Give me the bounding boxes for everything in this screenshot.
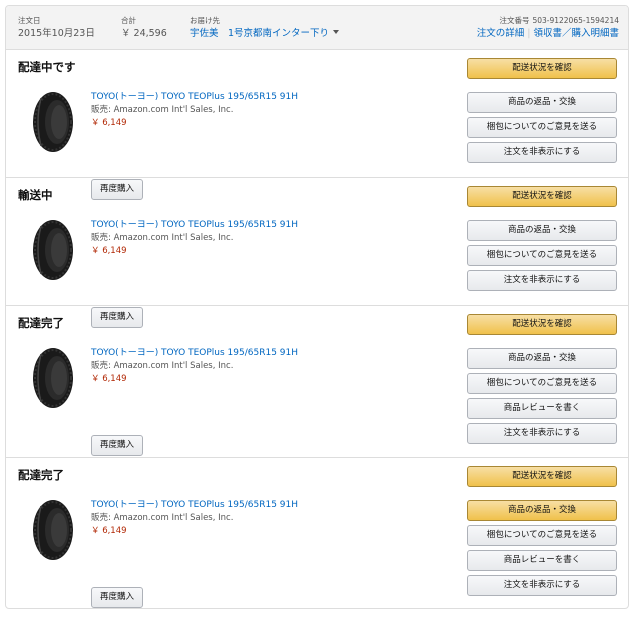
shipment-action-button[interactable]: 注文を非表示にする — [467, 270, 617, 291]
caret-down-icon — [333, 30, 340, 34]
order-total-value: ￥ 24,596 — [121, 28, 167, 39]
shipment-section: 配達中です TOYO(トーヨー) TOYO TEOPlus 195/65R15 9… — [6, 50, 628, 200]
product-price: ￥ 6,149 — [91, 374, 127, 384]
seller-text: 販売: Amazon.com Int'l Sales, Inc. — [91, 233, 234, 243]
shipment-action-button[interactable]: 商品レビューを書く — [467, 398, 617, 419]
tire-product-image[interactable] — [28, 496, 78, 564]
tire-product-image[interactable] — [28, 216, 78, 284]
order-number-label: 注文番号 — [499, 16, 530, 25]
order-number-value: 503-9122065-1594214 — [532, 16, 619, 25]
invoice-link[interactable]: 領収書／購入明細書 — [533, 28, 619, 39]
product-title-link[interactable]: TOYO(トーヨー) TOYO TEOPlus 195/65R15 91H — [91, 219, 298, 232]
seller-text: 販売: Amazon.com Int'l Sales, Inc. — [91, 361, 234, 371]
shipment-action-button[interactable]: 商品レビューを書く — [467, 550, 617, 571]
product-price: ￥ 6,149 — [91, 246, 127, 256]
order-total-column: 合計 ￥ 24,596 — [121, 16, 167, 41]
order-header: 注文日 2015年10月23日 合計 ￥ 24,596 お届け先 宇佐美 1号京… — [6, 6, 628, 50]
shipment-action-button[interactable]: 商品の返品・交換 — [467, 500, 617, 521]
order-date-label: 注文日 — [18, 16, 41, 25]
ship-to-name: 宇佐美 1号京都南インター下り — [190, 28, 330, 39]
shipment-status: 配達完了 — [18, 316, 64, 330]
shipment-action-button[interactable]: 商品の返品・交換 — [467, 92, 617, 113]
shipment-action-button[interactable]: 梱包についてのご意見を送る — [467, 245, 617, 266]
shipment-action-button[interactable]: 商品の返品・交換 — [467, 348, 617, 369]
shipment-action-button[interactable]: 注文を非表示にする — [467, 575, 617, 596]
order-total-label: 合計 — [121, 16, 136, 25]
shipment-status: 輸送中 — [18, 188, 53, 202]
product-info: TOYO(トーヨー) TOYO TEOPlus 195/65R15 91H 販売:… — [91, 219, 298, 258]
product-info: TOYO(トーヨー) TOYO TEOPlus 195/65R15 91H 販売:… — [91, 499, 298, 538]
shipment-section: 配達完了 TOYO(トーヨー) TOYO TEOPlus 195/65R15 91… — [6, 305, 628, 457]
shipment-status: 配達中です — [18, 60, 76, 74]
link-separator: | — [527, 28, 531, 39]
order-number-column: 注文番号 503-9122065-1594214 注文の詳細 | 領収書／購入明細書 — [477, 16, 619, 41]
shipment-section: 配達完了 TOYO(トーヨー) TOYO TEOPlus 195/65R15 91… — [6, 457, 628, 608]
shipment-action-button[interactable]: 梱包についてのご意見を送る — [467, 525, 617, 546]
order-date-column: 注文日 2015年10月23日 — [18, 16, 95, 41]
ship-to-column: お届け先 宇佐美 1号京都南インター下り — [190, 16, 340, 41]
tire-product-image[interactable] — [28, 88, 78, 156]
seller-text: 販売: Amazon.com Int'l Sales, Inc. — [91, 513, 234, 523]
shipment-action-button[interactable]: 配送状況を確認 — [467, 186, 617, 207]
product-info: TOYO(トーヨー) TOYO TEOPlus 195/65R15 91H 販売:… — [91, 347, 298, 386]
shipment-status: 配達完了 — [18, 468, 64, 482]
shipment-section: 輸送中 TOYO(トーヨー) TOYO TEOPlus 195/65R15 91H… — [6, 177, 628, 328]
shipment-action-button[interactable]: 配送状況を確認 — [467, 466, 617, 487]
product-price: ￥ 6,149 — [91, 118, 127, 128]
product-title-link[interactable]: TOYO(トーヨー) TOYO TEOPlus 195/65R15 91H — [91, 499, 298, 512]
seller-text: 販売: Amazon.com Int'l Sales, Inc. — [91, 105, 234, 115]
order-date-value: 2015年10月23日 — [18, 28, 95, 39]
product-price: ￥ 6,149 — [91, 526, 127, 536]
buy-again-button[interactable]: 再度購入 — [91, 587, 143, 608]
product-title-link[interactable]: TOYO(トーヨー) TOYO TEOPlus 195/65R15 91H — [91, 347, 298, 360]
shipment-action-button[interactable]: 注文を非表示にする — [467, 423, 617, 444]
ship-to-dropdown[interactable]: 宇佐美 1号京都南インター下り — [190, 27, 340, 41]
buy-again-button[interactable]: 再度購入 — [91, 435, 143, 456]
product-info: TOYO(トーヨー) TOYO TEOPlus 195/65R15 91H 販売:… — [91, 91, 298, 130]
tire-product-image[interactable] — [28, 344, 78, 412]
order-details-link[interactable]: 注文の詳細 — [477, 28, 525, 39]
shipment-action-button[interactable]: 配送状況を確認 — [467, 314, 617, 335]
shipment-action-button[interactable]: 配送状況を確認 — [467, 58, 617, 79]
shipment-action-button[interactable]: 梱包についてのご意見を送る — [467, 373, 617, 394]
ship-to-label: お届け先 — [190, 16, 220, 25]
shipment-action-button[interactable]: 梱包についてのご意見を送る — [467, 117, 617, 138]
shipment-action-button[interactable]: 注文を非表示にする — [467, 142, 617, 163]
order-card: 注文日 2015年10月23日 合計 ￥ 24,596 お届け先 宇佐美 1号京… — [5, 5, 629, 609]
product-title-link[interactable]: TOYO(トーヨー) TOYO TEOPlus 195/65R15 91H — [91, 91, 298, 104]
shipment-action-button[interactable]: 商品の返品・交換 — [467, 220, 617, 241]
